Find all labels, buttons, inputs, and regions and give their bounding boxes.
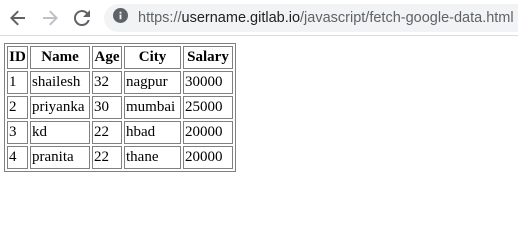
reload-icon bbox=[74, 10, 90, 26]
cell-city: thane bbox=[124, 146, 181, 169]
forward-button[interactable] bbox=[37, 5, 63, 31]
url-host: username.gitlab.io bbox=[181, 10, 301, 26]
browser-toolbar: https://username.gitlab.io/javascript/fe… bbox=[0, 0, 518, 36]
back-button[interactable] bbox=[5, 5, 31, 31]
header-id: ID bbox=[7, 46, 28, 69]
url-text[interactable]: https://username.gitlab.io/javascript/fe… bbox=[138, 10, 514, 26]
cell-name: shailesh bbox=[30, 71, 90, 94]
table-row: 3 kd 22 hbad 20000 bbox=[7, 121, 233, 144]
cell-salary: 20000 bbox=[183, 146, 233, 169]
cell-salary: 30000 bbox=[183, 71, 233, 94]
table-row: 2 priyanka 30 mumbai 25000 bbox=[7, 96, 233, 119]
cell-age: 22 bbox=[92, 121, 122, 144]
reload-button[interactable] bbox=[69, 5, 95, 31]
table-header-row: ID Name Age City Salary bbox=[7, 46, 233, 69]
site-info-button[interactable] bbox=[112, 8, 128, 28]
cell-id: 4 bbox=[7, 146, 28, 169]
cell-city: nagpur bbox=[124, 71, 181, 94]
cell-age: 30 bbox=[92, 96, 122, 119]
header-age: Age bbox=[92, 46, 122, 69]
header-name: Name bbox=[30, 46, 90, 69]
cell-name: pranita bbox=[30, 146, 90, 169]
cell-salary: 25000 bbox=[183, 96, 233, 119]
cell-age: 32 bbox=[92, 71, 122, 94]
url-path: /javascript/fetch-google-data.html bbox=[300, 10, 514, 26]
cell-id: 1 bbox=[7, 71, 28, 94]
cell-city: mumbai bbox=[124, 96, 181, 119]
info-icon bbox=[112, 8, 128, 28]
cell-salary: 20000 bbox=[183, 121, 233, 144]
address-bar[interactable]: https://username.gitlab.io/javascript/fe… bbox=[104, 4, 518, 32]
employee-table: ID Name Age City Salary 1 shailesh 32 na… bbox=[4, 43, 236, 172]
table-row: 1 shailesh 32 nagpur 30000 bbox=[7, 71, 233, 94]
url-scheme: https:// bbox=[138, 10, 182, 26]
cell-id: 2 bbox=[7, 96, 28, 119]
header-salary: Salary bbox=[183, 46, 233, 69]
page-content: ID Name Age City Salary 1 shailesh 32 na… bbox=[0, 37, 518, 210]
cell-name: kd bbox=[30, 121, 90, 144]
cell-id: 3 bbox=[7, 121, 28, 144]
cell-age: 22 bbox=[92, 146, 122, 169]
table-row: 4 pranita 22 thane 20000 bbox=[7, 146, 233, 169]
arrow-left-icon bbox=[10, 10, 26, 26]
cell-city: hbad bbox=[124, 121, 181, 144]
cell-name: priyanka bbox=[30, 96, 90, 119]
header-city: City bbox=[124, 46, 181, 69]
arrow-right-icon bbox=[42, 10, 58, 26]
